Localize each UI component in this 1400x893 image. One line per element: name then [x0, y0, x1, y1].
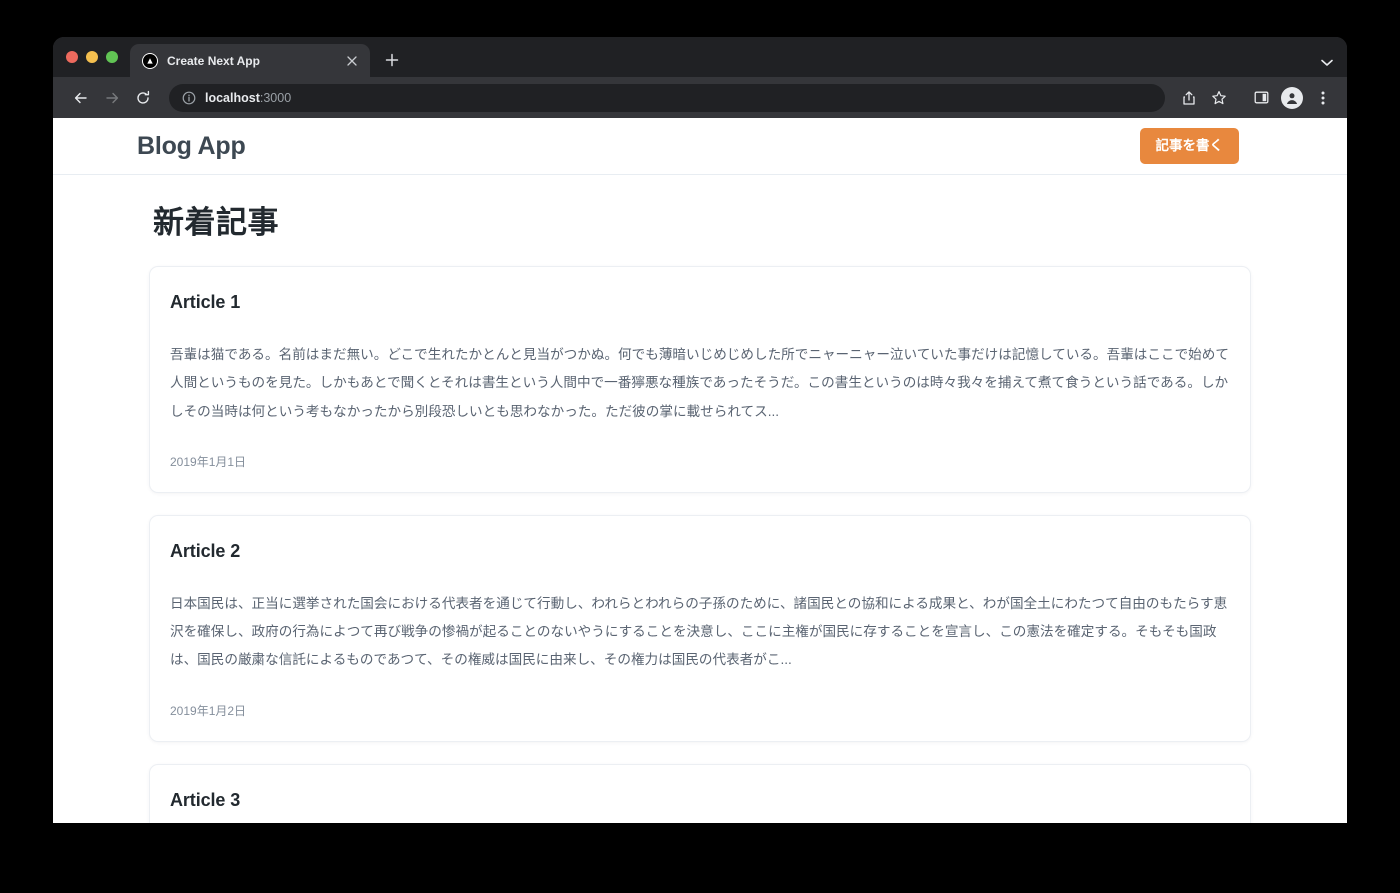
profile-avatar-icon[interactable]	[1281, 86, 1303, 109]
minimize-window-button[interactable]	[86, 51, 98, 63]
address-bar-url: localhost:3000	[205, 91, 291, 105]
nextjs-triangle-icon	[142, 52, 158, 69]
reload-icon[interactable]	[129, 84, 157, 112]
chevron-down-icon[interactable]	[1321, 59, 1333, 70]
article-card[interactable]: Article 3	[149, 763, 1251, 823]
close-window-button[interactable]	[66, 51, 78, 63]
info-circle-icon[interactable]	[181, 90, 196, 105]
star-icon[interactable]	[1205, 84, 1233, 112]
maximize-window-button[interactable]	[106, 51, 118, 63]
article-date: 2019年1月2日	[170, 703, 247, 718]
article-title[interactable]: Article 2	[170, 541, 1230, 562]
article-title[interactable]: Article 3	[170, 790, 1230, 811]
back-arrow-icon[interactable]	[67, 84, 95, 112]
tab-strip: Create Next App	[53, 37, 1347, 77]
toolbar-actions	[1175, 84, 1337, 112]
site-header: Blog App 記事を書く	[53, 118, 1347, 175]
tab-title: Create Next App	[167, 53, 260, 68]
browser-toolbar: localhost:3000	[53, 77, 1347, 118]
address-bar[interactable]: localhost:3000	[169, 83, 1165, 112]
article-excerpt: 吾輩は猫である。名前はまだ無い。どこで生れたかとんと見当がつかぬ。何でも薄暗いじ…	[170, 347, 1229, 419]
page-title: 新着記事	[153, 205, 279, 240]
forward-arrow-icon	[98, 84, 126, 112]
url-port: :3000	[259, 90, 292, 105]
main-content: 新着記事 Article 1 吾輩は猫である。名前はまだ無い。どこで生れたかとん…	[135, 175, 1265, 823]
article-excerpt: 日本国民は、正当に選挙された国会における代表者を通じて行動し、われらとわれらの子…	[170, 595, 1228, 668]
blog-app-page: Blog App 記事を書く 新着記事 Article 1 吾輩は猫である。名前…	[53, 118, 1347, 823]
page-viewport: Blog App 記事を書く 新着記事 Article 1 吾輩は猫である。名前…	[53, 118, 1347, 823]
browser-window: Create Next App localhost:3000 Blog App …	[53, 37, 1347, 823]
article-date: 2019年1月1日	[170, 454, 247, 469]
close-icon[interactable]	[344, 53, 360, 69]
sidebar-panel-icon[interactable]	[1247, 84, 1275, 112]
write-article-button[interactable]: 記事を書く	[1139, 128, 1239, 164]
article-card[interactable]: Article 1 吾輩は猫である。名前はまだ無い。どこで生れたかとんと見当がつ…	[149, 266, 1251, 493]
three-dot-menu-icon[interactable]	[1309, 84, 1337, 112]
article-card[interactable]: Article 2 日本国民は、正当に選挙された国会における代表者を通じて行動し…	[149, 514, 1251, 742]
plus-icon[interactable]	[378, 46, 406, 74]
article-title[interactable]: Article 1	[170, 292, 1230, 313]
url-host: localhost	[205, 90, 260, 105]
share-icon[interactable]	[1175, 84, 1203, 112]
window-traffic-lights	[53, 37, 130, 77]
site-brand[interactable]: Blog App	[137, 132, 246, 161]
browser-tab[interactable]: Create Next App	[130, 44, 370, 77]
